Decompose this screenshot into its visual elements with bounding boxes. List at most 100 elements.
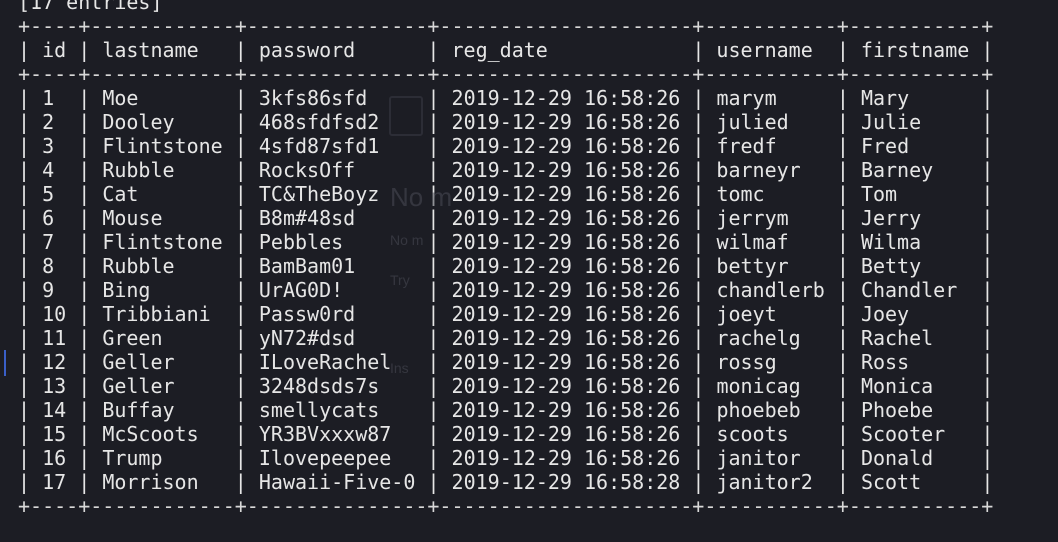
cell-password: B8m#48sd xyxy=(258,206,356,230)
cell-username: bettyr xyxy=(716,254,789,278)
cell-lastname: McScoots xyxy=(102,422,199,446)
cell-id: 5 xyxy=(42,182,55,206)
table-row: | 4 | Rubble | RocksOff | 2019-12-29 16:… xyxy=(18,158,994,182)
cell-firstname: Fred xyxy=(860,134,910,158)
cell-lastname: Buffay xyxy=(102,398,175,422)
cell-password: RocksOff xyxy=(258,158,356,182)
cell-password: Ilovepeepee xyxy=(258,446,392,470)
cell-lastname: Morrison xyxy=(102,470,199,494)
cell-reg-date: 2019-12-29 16:58:26 xyxy=(451,254,681,278)
cell-id: 3 xyxy=(42,134,55,158)
cell-password: ILoveRachel xyxy=(258,350,392,374)
cell-id: 6 xyxy=(42,206,55,230)
table-row: | 17 | Morrison | Hawaii-Five-0 | 2019-1… xyxy=(18,470,994,494)
cell-lastname: Mouse xyxy=(102,206,163,230)
cell-firstname: Rachel xyxy=(860,326,934,350)
cell-id: 12 xyxy=(42,350,67,374)
cell-firstname: Joey xyxy=(860,302,910,326)
cell-lastname: Green xyxy=(102,326,163,350)
cell-reg-date: 2019-12-29 16:58:26 xyxy=(451,110,681,134)
cell-lastname: Rubble xyxy=(102,254,175,278)
cell-username: marym xyxy=(716,86,777,110)
cell-username: rossg xyxy=(716,350,777,374)
cell-reg-date: 2019-12-29 16:58:26 xyxy=(451,182,681,206)
text-cursor xyxy=(4,350,6,376)
cell-reg-date: 2019-12-29 16:58:28 xyxy=(451,470,681,494)
cell-username: tomc xyxy=(716,182,765,206)
cell-firstname: Jerry xyxy=(860,206,922,230)
cell-password: 3248dsds7s xyxy=(258,374,380,398)
cell-password: 468sfdfsd2 xyxy=(258,110,380,134)
column-header-reg-date: reg_date xyxy=(451,38,548,62)
table-row: | 14 | Buffay | smellycats | 2019-12-29 … xyxy=(18,398,994,422)
cell-firstname: Tom xyxy=(860,182,898,206)
cell-username: scoots xyxy=(716,422,789,446)
cell-password: yN72#dsd xyxy=(258,326,356,350)
cell-username: fredf xyxy=(716,134,777,158)
cell-lastname: Moe xyxy=(102,86,139,110)
cell-firstname: Ross xyxy=(860,350,910,374)
table-border-top: +----+------------+---------------+-----… xyxy=(18,14,994,38)
cell-username: phoebeb xyxy=(716,398,801,422)
column-header-username: username xyxy=(716,38,813,62)
cell-lastname: Tribbiani xyxy=(102,302,211,326)
cell-password: YR3BVxxxw87 xyxy=(258,422,392,446)
cell-reg-date: 2019-12-29 16:58:26 xyxy=(451,278,681,302)
cell-password: TC&TheBoyz xyxy=(258,182,380,206)
cell-firstname: Donald xyxy=(860,446,934,470)
cell-lastname: Geller xyxy=(102,350,175,374)
cell-id: 8 xyxy=(42,254,55,278)
cell-firstname: Phoebe xyxy=(860,398,934,422)
cell-username: rachelg xyxy=(716,326,801,350)
cell-lastname: Geller xyxy=(102,374,175,398)
table-header-row: | id | lastname | password | reg_date | … xyxy=(18,38,994,62)
cell-username: joeyt xyxy=(716,302,777,326)
table-row: | 9 | Bing | UrAG0D! | 2019-12-29 16:58:… xyxy=(18,278,994,302)
cell-reg-date: 2019-12-29 16:58:26 xyxy=(451,206,681,230)
cell-firstname: Chandler xyxy=(860,278,958,302)
cell-reg-date: 2019-12-29 16:58:26 xyxy=(451,230,681,254)
cell-id: 4 xyxy=(42,158,55,182)
cell-reg-date: 2019-12-29 16:58:26 xyxy=(451,374,681,398)
cell-password: Hawaii-Five-0 xyxy=(258,470,416,494)
table-row: | 15 | McScoots | YR3BVxxxw87 | 2019-12-… xyxy=(18,422,994,446)
cell-id: 2 xyxy=(42,110,55,134)
cell-reg-date: 2019-12-29 16:58:26 xyxy=(451,446,681,470)
table-row: | 3 | Flintstone | 4sfd87sfd1 | 2019-12-… xyxy=(18,134,994,158)
cell-reg-date: 2019-12-29 16:58:26 xyxy=(451,302,681,326)
cell-id: 9 xyxy=(42,278,55,302)
cell-username: wilmaf xyxy=(716,230,789,254)
cell-id: 10 xyxy=(42,302,67,326)
column-header-password: password xyxy=(258,38,356,62)
table-row: | 12 | Geller | ILoveRachel | 2019-12-29… xyxy=(18,350,994,374)
cell-id: 17 xyxy=(42,470,67,494)
cell-lastname: Rubble xyxy=(102,158,175,182)
table-row: | 5 | Cat | TC&TheBoyz | 2019-12-29 16:5… xyxy=(18,182,994,206)
cell-id: 13 xyxy=(42,374,67,398)
table-row: | 7 | Flintstone | Pebbles | 2019-12-29 … xyxy=(18,230,994,254)
cell-username: janitor xyxy=(716,446,801,470)
faded-file-icon xyxy=(389,96,423,136)
terminal-window: [17 entries] +----+------------+--------… xyxy=(0,0,1058,542)
column-header-firstname: firstname xyxy=(860,38,970,62)
cell-username: janitor2 xyxy=(716,470,813,494)
cell-firstname: Barney xyxy=(860,158,934,182)
cell-firstname: Mary xyxy=(860,86,910,110)
cell-firstname: Monica xyxy=(860,374,934,398)
table-row: | 2 | Dooley | 468sfdfsd2 | 2019-12-29 1… xyxy=(18,110,994,134)
table-border-bottom: +----+------------+---------------+-----… xyxy=(18,494,994,518)
cell-username: jerrym xyxy=(716,206,789,230)
cell-reg-date: 2019-12-29 16:58:26 xyxy=(451,350,681,374)
cell-username: barneyr xyxy=(716,158,801,182)
table-row: | 13 | Geller | 3248dsds7s | 2019-12-29 … xyxy=(18,374,994,398)
cell-password: UrAG0D! xyxy=(258,278,344,302)
cell-id: 1 xyxy=(42,86,55,110)
cell-password: Pebbles xyxy=(258,230,344,254)
cell-firstname: Betty xyxy=(860,254,922,278)
cell-id: 15 xyxy=(42,422,67,446)
cell-lastname: Dooley xyxy=(102,110,175,134)
column-header-id: id xyxy=(42,38,67,62)
cell-id: 16 xyxy=(42,446,67,470)
table-row: | 6 | Mouse | B8m#48sd | 2019-12-29 16:5… xyxy=(18,206,994,230)
cell-reg-date: 2019-12-29 16:58:26 xyxy=(451,422,681,446)
